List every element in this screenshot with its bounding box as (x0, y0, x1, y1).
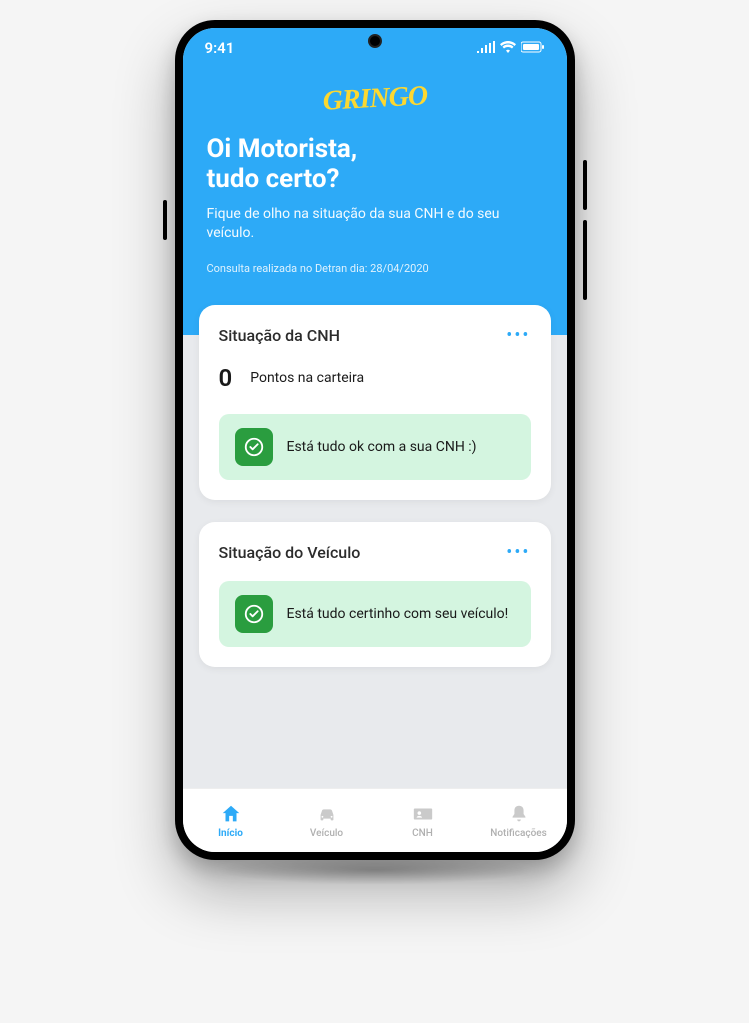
phone-screen: 9:41 GRINGO Oi Motorista, tu (183, 28, 567, 852)
bottom-nav: Início Veículo CNH Notificações (183, 788, 567, 852)
nav-home[interactable]: Início (183, 803, 279, 839)
status-time: 9:41 (205, 39, 235, 57)
cellular-icon (477, 39, 495, 57)
nav-cnh[interactable]: CNH (375, 803, 471, 839)
cnh-status-chip: Está tudo ok com a sua CNH :) (219, 414, 531, 480)
app-logo: GRINGO (206, 74, 543, 124)
check-success-icon (235, 595, 273, 633)
nav-label: Notificações (490, 828, 547, 839)
greeting-block: Oi Motorista, tudo certo? Fique de olho … (207, 135, 543, 275)
points-label: Pontos na carteira (250, 370, 364, 386)
vehicle-status-card: Situação do Veículo ••• Está tudo certin… (199, 522, 551, 667)
consult-date: Consulta realizada no Detran dia: 28/04/… (207, 262, 543, 275)
check-success-icon (235, 428, 273, 466)
nav-label: CNH (412, 828, 433, 839)
more-options-button[interactable]: ••• (506, 325, 530, 346)
points-value: 0 (219, 364, 233, 392)
phone-camera (368, 34, 382, 48)
scroll-area[interactable]: GRINGO Oi Motorista, tudo certo? Fique d… (183, 28, 567, 788)
cnh-card-title: Situação da CNH (219, 326, 340, 345)
bell-icon (508, 803, 530, 825)
phone-frame: 9:41 GRINGO Oi Motorista, tu (175, 20, 575, 860)
vehicle-status-chip: Está tudo certinho com seu veículo! (219, 581, 531, 647)
cnh-status-card: Situação da CNH ••• 0 Pontos na carteira… (199, 305, 551, 500)
nav-label: Início (218, 828, 243, 839)
header-section: GRINGO Oi Motorista, tudo certo? Fique d… (183, 28, 567, 335)
greeting-title: Oi Motorista, tudo certo? (207, 135, 543, 195)
wifi-icon (500, 39, 516, 57)
phone-side-button (583, 160, 587, 210)
battery-icon (521, 39, 545, 57)
home-icon (220, 803, 242, 825)
car-icon (316, 803, 338, 825)
phone-side-button (163, 200, 167, 240)
vehicle-card-title: Situação do Veículo (219, 543, 361, 562)
nav-notifications[interactable]: Notificações (471, 803, 567, 839)
points-row: 0 Pontos na carteira (219, 364, 531, 392)
phone-side-button (583, 220, 587, 300)
cnh-status-text: Está tudo ok com a sua CNH :) (287, 438, 477, 457)
id-card-icon (412, 803, 434, 825)
more-options-button[interactable]: ••• (506, 542, 530, 563)
vehicle-status-text: Está tudo certinho com seu veículo! (287, 605, 509, 624)
nav-vehicle[interactable]: Veículo (279, 803, 375, 839)
greeting-subtitle: Fique de olho na situação da sua CNH e d… (207, 205, 543, 244)
nav-label: Veículo (310, 828, 343, 839)
